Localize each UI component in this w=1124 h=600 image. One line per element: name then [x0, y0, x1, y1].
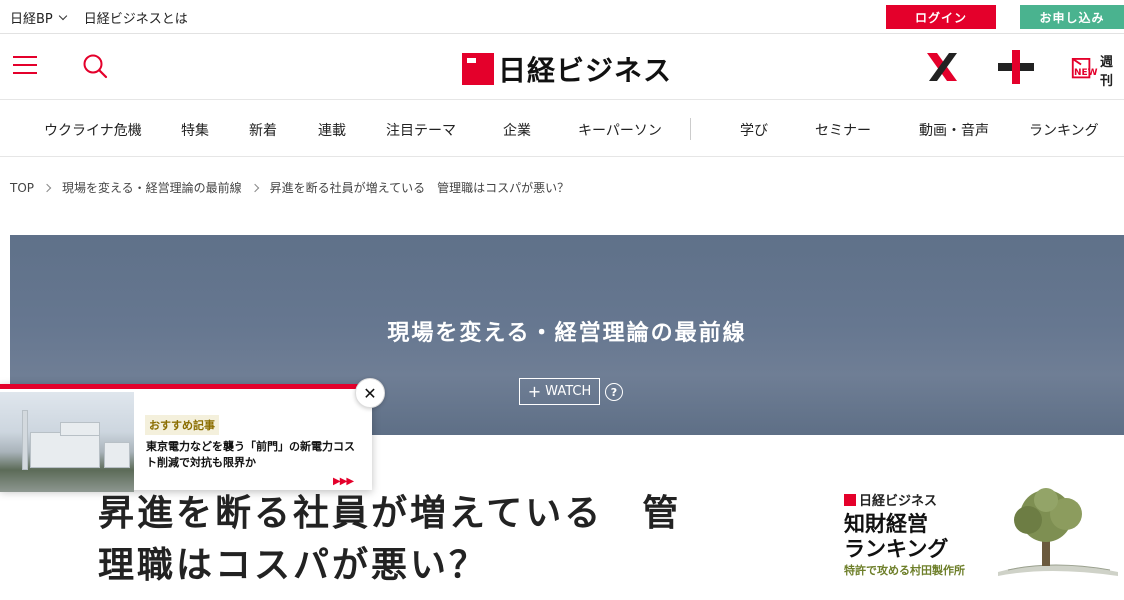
series-title[interactable]: 現場を変える・経営理論の最前線	[10, 315, 1124, 347]
chevron-right-icon	[42, 183, 52, 192]
ad-title-line-1: 知財経営	[844, 512, 928, 536]
nav-item-new[interactable]: 新着	[249, 120, 277, 140]
x-service-icon[interactable]	[925, 51, 959, 83]
ad-logo: 日経ビジネス	[844, 490, 937, 509]
breadcrumb-top[interactable]: TOP	[10, 181, 34, 195]
ad-title: 知財経営 ランキング	[844, 512, 948, 562]
nav-item-topics[interactable]: 注目テーマ	[386, 120, 456, 140]
brand-menu[interactable]: 日経BP	[10, 8, 68, 27]
ranking-ad-banner[interactable]: 日経ビジネス 知財経営 ランキング 特許で攻める村田製作所	[840, 486, 1124, 578]
arrow-right-icon: ▶▶▶	[333, 476, 354, 487]
ad-logo-text: 日経ビジネス	[859, 494, 938, 509]
about-link[interactable]: 日経ビジネスとは	[84, 8, 188, 27]
logo-mark-icon	[462, 53, 494, 85]
recommended-label: おすすめ記事	[145, 415, 219, 435]
close-popup-button[interactable]: ✕	[355, 378, 385, 408]
search-icon[interactable]	[82, 53, 108, 79]
nav-divider	[690, 118, 691, 140]
top-bar-links: 日経BP 日経ビジネスとは	[10, 8, 188, 27]
nav-item-seminar[interactable]: セミナー	[815, 120, 871, 140]
login-button[interactable]: ログイン	[886, 5, 996, 29]
money-tree-image	[998, 488, 1118, 576]
ad-title-line-2: ランキング	[844, 537, 949, 561]
breadcrumb-series[interactable]: 現場を変える・経営理論の最前線	[62, 179, 242, 196]
new-badge: NEW	[1074, 68, 1098, 78]
hamburger-menu-icon[interactable]	[13, 56, 37, 74]
ad-subtitle: 特許で攻める村田製作所	[844, 564, 965, 577]
logo-mark-icon	[844, 493, 856, 506]
breadcrumb-current: 昇進を断る社員が増えている 管理職はコスパが悪い？	[269, 181, 570, 195]
nav-item-learning[interactable]: 学び	[740, 120, 768, 140]
signup-button[interactable]: お申し込み	[1020, 5, 1124, 29]
brand-menu-label: 日経BP	[10, 12, 53, 27]
nav-item-keyperson[interactable]: キーパーソン	[578, 120, 662, 140]
recommended-article-popup[interactable]: おすすめ記事 東京電力などを襲う「前門」の新電力コスト削減で対抗も限界か ▶▶▶	[0, 384, 372, 492]
weekly-magazine-link[interactable]: NEW 週刊	[1070, 51, 1124, 89]
watch-label: WATCH	[545, 384, 592, 399]
plus-service-icon[interactable]	[998, 50, 1034, 84]
help-icon[interactable]: ?	[605, 383, 623, 401]
nav-item-ukraine[interactable]: ウクライナ危機	[44, 120, 142, 140]
recommended-article-thumbnail	[0, 392, 134, 492]
breadcrumb: TOP 現場を変える・経営理論の最前線 昇進を断る社員が増えている 管理職はコス…	[10, 179, 569, 196]
recommended-article-title[interactable]: 東京電力などを襲う「前門」の新電力コスト削減で対抗も限界か	[146, 439, 361, 471]
article-title: 昇進を断る社員が増えている 管 理職はコスパが悪い？	[98, 488, 708, 592]
logo-text: 日経ビジネス	[498, 54, 673, 87]
chevron-down-icon	[58, 11, 68, 20]
site-header: 日経ビジネス NEW 週刊	[0, 35, 1124, 99]
nav-item-feature[interactable]: 特集	[181, 120, 209, 140]
chevron-right-icon	[250, 183, 259, 192]
article-title-line-2: 理職はコスパが悪い？	[98, 545, 489, 586]
nav-item-series[interactable]: 連載	[318, 120, 346, 140]
site-logo[interactable]: 日経ビジネス	[462, 49, 672, 89]
main-nav: ウクライナ危機 特集 新着 連載 注目テーマ 企業 キーパーソン 学び セミナー…	[0, 99, 1124, 157]
nav-item-companies[interactable]: 企業	[503, 120, 531, 140]
nav-item-ranking[interactable]: ランキング	[1029, 120, 1099, 140]
plus-icon: +	[527, 381, 542, 401]
watch-button[interactable]: + WATCH	[519, 378, 600, 405]
weekly-label: 週刊	[1100, 55, 1114, 89]
nav-item-video[interactable]: 動画・音声	[919, 120, 989, 140]
article-title-line-1: 昇進を断る社員が増えている 管	[98, 493, 682, 534]
top-bar: 日経BP 日経ビジネスとは ログイン お申し込み	[0, 0, 1124, 34]
